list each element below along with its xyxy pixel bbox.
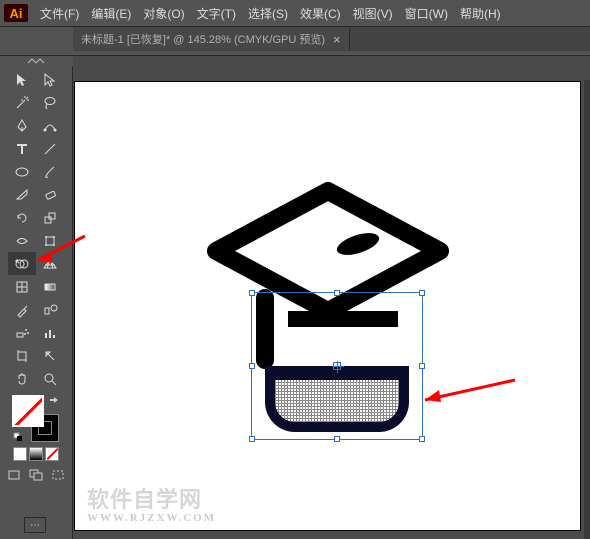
document-tab[interactable]: 未标题-1 [已恢复]* @ 145.28% (CMYK/GPU 预览) × bbox=[73, 28, 350, 50]
menu-help[interactable]: 帮助(H) bbox=[454, 5, 507, 22]
artboard[interactable]: 软件自学网 WWW.RJZXW.COM bbox=[75, 82, 580, 530]
mesh-tool[interactable] bbox=[8, 275, 36, 298]
app-logo: Ai bbox=[4, 4, 28, 22]
type-tool[interactable] bbox=[8, 137, 36, 160]
pen-tool[interactable] bbox=[8, 114, 36, 137]
gradient-tool[interactable] bbox=[36, 275, 64, 298]
document-tab-bar: 未标题-1 [已恢复]* @ 145.28% (CMYK/GPU 预览) × bbox=[73, 27, 590, 51]
menu-effect[interactable]: 效果(C) bbox=[294, 5, 347, 22]
fill-stroke-swatch[interactable] bbox=[13, 396, 59, 442]
color-mode-none[interactable] bbox=[45, 447, 59, 461]
curvature-tool[interactable] bbox=[36, 114, 64, 137]
menu-type[interactable]: 文字(T) bbox=[191, 5, 242, 22]
rotate-tool[interactable] bbox=[8, 206, 36, 229]
default-fill-stroke-icon[interactable] bbox=[13, 432, 23, 442]
eraser-tool[interactable] bbox=[36, 183, 64, 206]
color-mode-gradient[interactable] bbox=[29, 447, 43, 461]
options-bar: 未标题-1 [已恢复]* @ 145.28% (CMYK/GPU 预览) × bbox=[0, 26, 590, 56]
draw-inside[interactable] bbox=[48, 467, 68, 483]
color-mode-solid[interactable] bbox=[13, 447, 27, 461]
menu-window[interactable]: 窗口(W) bbox=[399, 5, 454, 22]
color-controls bbox=[3, 396, 69, 484]
slice-tool[interactable] bbox=[36, 344, 64, 367]
column-graph-tool[interactable] bbox=[36, 321, 64, 344]
hand-tool[interactable] bbox=[8, 367, 36, 390]
draw-behind[interactable] bbox=[26, 467, 46, 483]
menu-select[interactable]: 选择(S) bbox=[242, 5, 294, 22]
eyedropper-tool[interactable] bbox=[8, 298, 36, 321]
edit-toolbar-button[interactable]: ⋯ bbox=[24, 517, 46, 533]
zoom-tool[interactable] bbox=[36, 367, 64, 390]
blend-tool[interactable] bbox=[36, 298, 64, 321]
magic-wand-tool[interactable] bbox=[8, 91, 36, 114]
tool-panel: ⋯ bbox=[0, 56, 73, 539]
free-transform-tool[interactable] bbox=[36, 229, 64, 252]
vertical-scrollbar[interactable] bbox=[584, 80, 590, 539]
watermark: 软件自学网 WWW.RJZXW.COM bbox=[87, 488, 216, 524]
symbol-sprayer-tool[interactable] bbox=[8, 321, 36, 344]
swap-fill-stroke-icon[interactable] bbox=[49, 396, 59, 406]
lasso-tool[interactable] bbox=[36, 91, 64, 114]
perspective-grid-tool[interactable] bbox=[36, 252, 64, 275]
canvas-area[interactable]: 软件自学网 WWW.RJZXW.COM bbox=[73, 80, 590, 539]
width-tool[interactable] bbox=[8, 229, 36, 252]
screen-mode-row bbox=[3, 466, 69, 484]
menu-bar: Ai 文件(F) 编辑(E) 对象(O) 文字(T) 选择(S) 效果(C) 视… bbox=[0, 0, 590, 26]
panel-collapse-toggle[interactable] bbox=[0, 56, 73, 66]
menu-file[interactable]: 文件(F) bbox=[34, 5, 85, 22]
close-icon[interactable]: × bbox=[333, 32, 341, 47]
line-segment-tool[interactable] bbox=[36, 137, 64, 160]
draw-normal[interactable] bbox=[4, 467, 24, 483]
selection-tool[interactable] bbox=[8, 68, 36, 91]
shape-builder-tool[interactable] bbox=[8, 252, 36, 275]
artboard-tool[interactable] bbox=[8, 344, 36, 367]
rectangle-tool[interactable] bbox=[8, 160, 36, 183]
scale-tool[interactable] bbox=[36, 206, 64, 229]
selection-bounding-box[interactable] bbox=[251, 292, 423, 440]
tools-grid bbox=[8, 66, 64, 392]
document-tab-title: 未标题-1 [已恢复]* @ 145.28% (CMYK/GPU 预览) bbox=[81, 31, 325, 47]
direct-selection-tool[interactable] bbox=[36, 68, 64, 91]
watermark-main: 软件自学网 bbox=[87, 488, 216, 512]
selection-center-icon bbox=[333, 362, 341, 370]
shaper-tool[interactable] bbox=[8, 183, 36, 206]
menu-view[interactable]: 视图(V) bbox=[347, 5, 399, 22]
color-mode-row bbox=[12, 446, 60, 462]
paintbrush-tool[interactable] bbox=[36, 160, 64, 183]
watermark-sub: WWW.RJZXW.COM bbox=[87, 512, 216, 524]
fill-swatch[interactable] bbox=[13, 396, 43, 426]
menu-object[interactable]: 对象(O) bbox=[137, 5, 190, 22]
menu-edit[interactable]: 编辑(E) bbox=[85, 5, 137, 22]
